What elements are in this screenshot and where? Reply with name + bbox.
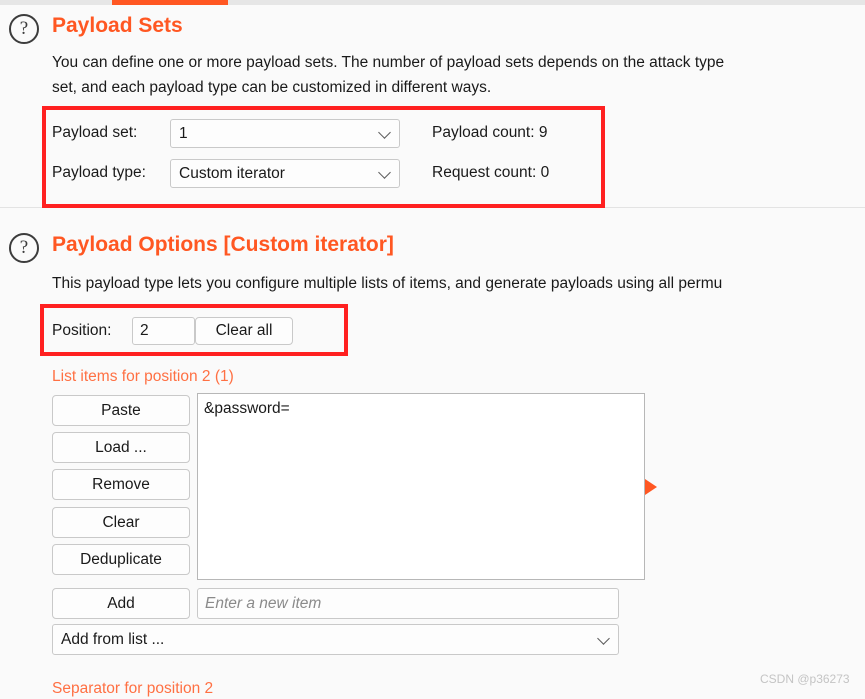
payload-type-value: Custom iterator (179, 164, 285, 182)
active-tab-indicator (112, 0, 228, 5)
deduplicate-button[interactable]: Deduplicate (52, 544, 190, 575)
position-label: Position: (52, 322, 112, 339)
payload-type-label: Payload type: (52, 164, 146, 181)
chevron-down-icon (378, 165, 391, 179)
payload-options-title: Payload Options [Custom iterator] (52, 233, 394, 256)
add-from-list-select[interactable]: Add from list ... (52, 624, 619, 655)
chevron-down-icon (597, 631, 610, 645)
payload-options-description: This payload type lets you configure mul… (52, 275, 723, 292)
remove-button[interactable]: Remove (52, 469, 190, 500)
new-item-input[interactable]: Enter a new item (197, 588, 619, 619)
clear-all-button[interactable]: Clear all (195, 317, 293, 345)
payload-sets-help-icon[interactable]: ? (9, 14, 39, 44)
tab-strip (0, 0, 865, 5)
position-value: 2 (140, 322, 149, 339)
payload-sets-description-line-2: set, and each payload type can be custom… (52, 79, 492, 96)
clear-button[interactable]: Clear (52, 507, 190, 538)
position-input[interactable]: 2 (132, 317, 195, 345)
payload-set-value: 1 (179, 124, 188, 142)
add-button[interactable]: Add (52, 588, 190, 619)
list-items-label: List items for position 2 (1) (52, 368, 234, 385)
chevron-down-icon (378, 125, 391, 139)
paste-button[interactable]: Paste (52, 395, 190, 426)
payload-options-help-icon[interactable]: ? (9, 233, 39, 263)
annotation-arrow-marker (645, 479, 657, 495)
payload-sets-title: Payload Sets (52, 14, 183, 37)
section-divider (0, 207, 865, 208)
payload-type-select[interactable]: Custom iterator (170, 159, 400, 188)
request-count-text: Request count: 0 (432, 164, 550, 181)
payload-set-select[interactable]: 1 (170, 119, 400, 148)
separator-label: Separator for position 2 (52, 680, 214, 697)
csdn-watermark: CSDN @p36273 (760, 672, 850, 686)
load-button[interactable]: Load ... (52, 432, 190, 463)
payload-set-label: Payload set: (52, 124, 138, 141)
payload-count-text: Payload count: 9 (432, 124, 548, 141)
add-from-list-value: Add from list ... (61, 630, 165, 648)
payload-list-box[interactable]: &password= (197, 393, 645, 580)
payload-sets-description-line-1: You can define one or more payload sets.… (52, 54, 725, 71)
